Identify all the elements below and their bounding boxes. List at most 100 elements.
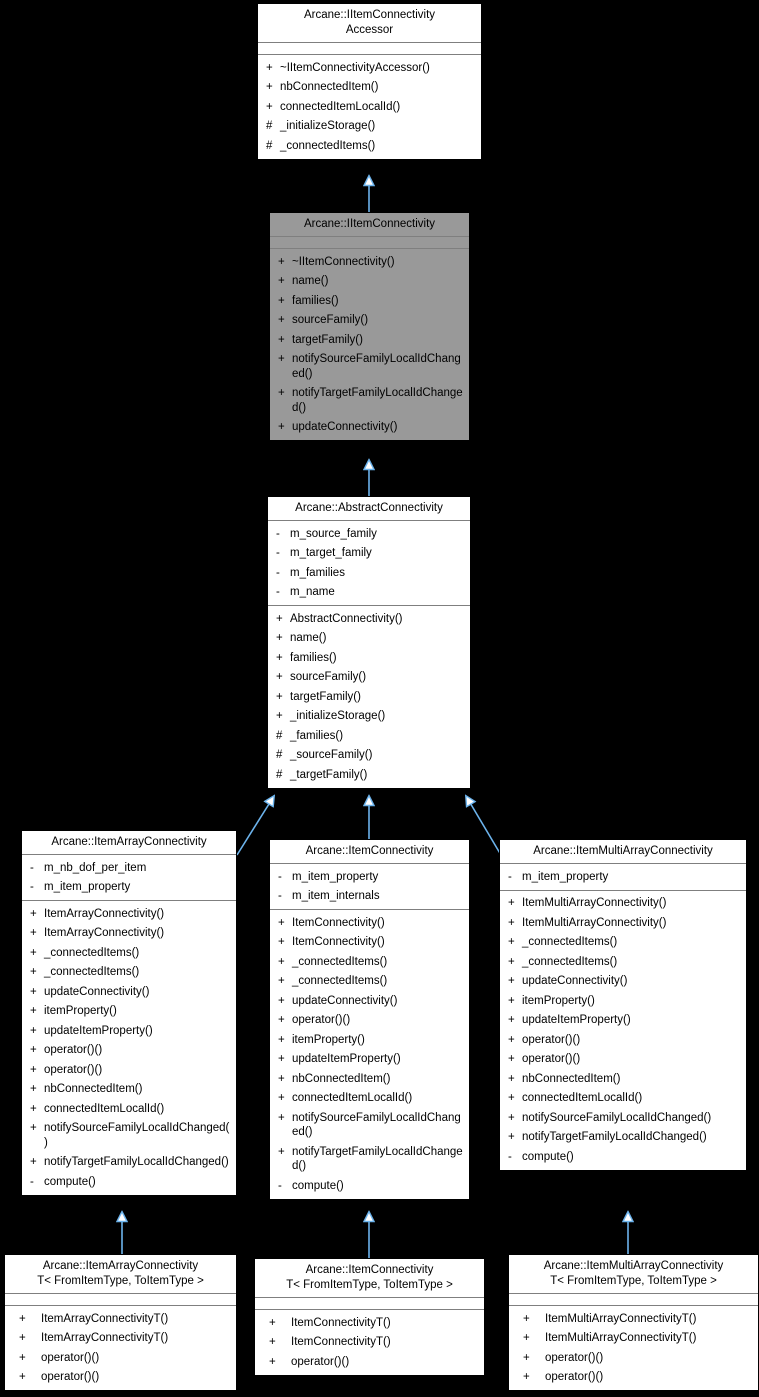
visibility-marker: # xyxy=(276,768,283,781)
member-name: _targetFamily() xyxy=(290,768,368,781)
class-member: + ItemArrayConnectivityT() xyxy=(5,1309,236,1329)
attributes-section xyxy=(255,1298,484,1310)
visibility-marker: - xyxy=(276,527,280,540)
member-name: _connectedItems() xyxy=(522,936,618,948)
visibility-marker: + xyxy=(276,671,283,683)
member-name: updateItemProperty() xyxy=(292,1053,401,1065)
class-box-itemmultiarrayconnectivity[interactable]: Arcane::ItemMultiArrayConnectivity - m_i… xyxy=(499,839,747,1171)
member-name: _connectedItems() xyxy=(522,955,618,968)
class-member: + sourceFamily() xyxy=(270,311,469,331)
visibility-marker: + xyxy=(278,421,285,433)
member-name: m_item_property xyxy=(44,881,131,893)
class-member: + name() xyxy=(268,629,470,649)
visibility-marker: + xyxy=(508,1072,515,1085)
visibility-marker: + xyxy=(30,907,37,920)
member-name: ItemConnectivity() xyxy=(292,936,385,948)
class-member: - m_name xyxy=(268,583,470,603)
class-member: + targetFamily() xyxy=(268,687,470,707)
attributes-section xyxy=(258,43,481,55)
visibility-marker: + xyxy=(523,1371,530,1383)
member-name: targetFamily() xyxy=(292,333,363,346)
class-member: + ItemMultiArrayConnectivity() xyxy=(500,913,746,933)
visibility-marker: + xyxy=(508,1092,515,1104)
member-name: nbConnectedItem() xyxy=(292,1072,391,1085)
class-title: Arcane::ItemConnectivity xyxy=(270,840,469,864)
class-member: + targetFamily() xyxy=(270,330,469,350)
class-box-iitemconnectivityaccessor[interactable]: Arcane::IItemConnectivity Accessor + ~II… xyxy=(257,3,482,160)
class-box-iitemconnectivity[interactable]: Arcane::IItemConnectivity + ~IItemConnec… xyxy=(269,212,470,441)
visibility-marker: + xyxy=(30,1024,37,1037)
visibility-marker: + xyxy=(523,1312,530,1325)
member-name: ItemArrayConnectivity() xyxy=(44,927,165,939)
class-member: + connectedItemLocalId() xyxy=(500,1089,746,1109)
class-member: - m_item_property xyxy=(270,867,469,887)
member-name: operator()() xyxy=(41,1371,100,1383)
class-member: + notifyTargetFamilyLocalIdChanged() xyxy=(270,1142,469,1176)
member-name: _initializeStorage() xyxy=(280,120,376,132)
class-member: + itemProperty() xyxy=(22,1002,236,1022)
visibility-marker: + xyxy=(508,1033,515,1046)
member-name: ItemConnectivityT() xyxy=(291,1336,391,1348)
class-box-itemconnectivityt[interactable]: Arcane::ItemConnectivity T< FromItemType… xyxy=(254,1258,485,1376)
class-member: + operator()() xyxy=(5,1368,236,1388)
methods-section: + ItemConnectivityT() + ItemConnectivity… xyxy=(255,1310,484,1375)
visibility-marker: + xyxy=(278,333,285,346)
attributes-section xyxy=(270,237,469,249)
member-name: m_item_property xyxy=(522,870,609,883)
visibility-marker: - xyxy=(30,861,34,874)
class-member: + itemProperty() xyxy=(500,991,746,1011)
class-member: + families() xyxy=(268,648,470,668)
member-name: nbConnectedItem() xyxy=(280,81,379,93)
member-name: updateItemProperty() xyxy=(44,1024,153,1037)
visibility-marker: + xyxy=(266,61,273,74)
visibility-marker: - xyxy=(276,566,280,579)
class-member: + ~IItemConnectivity() xyxy=(270,252,469,272)
class-box-itemarrayconnectivity[interactable]: Arcane::ItemArrayConnectivity - m_nb_dof… xyxy=(21,830,237,1196)
member-name: connectedItemLocalId() xyxy=(280,100,401,113)
visibility-marker: + xyxy=(278,1033,285,1046)
class-box-itemmultiarrayconnectivityt[interactable]: Arcane::ItemMultiArrayConnectivity T< Fr… xyxy=(508,1254,759,1391)
member-name: m_item_internals xyxy=(292,890,380,902)
visibility-marker: + xyxy=(19,1351,26,1364)
class-member: + nbConnectedItem() xyxy=(500,1069,746,1089)
member-name: nbConnectedItem() xyxy=(522,1072,621,1085)
class-member: + families() xyxy=(270,291,469,311)
member-name: notifyTargetFamilyLocalIdChanged() xyxy=(292,1145,463,1173)
class-member: + AbstractConnectivity() xyxy=(268,609,470,629)
member-name: ~IItemConnectivity() xyxy=(292,255,395,268)
member-name: ItemMultiArrayConnectivity() xyxy=(522,916,667,929)
visibility-marker: - xyxy=(30,881,34,893)
member-name: ItemMultiArrayConnectivityT() xyxy=(545,1332,697,1344)
visibility-marker: + xyxy=(508,1014,515,1026)
member-name: connectedItemLocalId() xyxy=(522,1092,643,1104)
class-member: + operator()() xyxy=(500,1050,746,1070)
member-name: _initializeStorage() xyxy=(290,710,386,722)
member-name: operator()() xyxy=(44,1063,103,1076)
member-name: AbstractConnectivity() xyxy=(290,612,403,625)
class-member: - m_nb_dof_per_item xyxy=(22,858,236,878)
class-member: + ItemMultiArrayConnectivity() xyxy=(500,894,746,914)
member-name: updateConnectivity() xyxy=(292,421,398,433)
visibility-marker: + xyxy=(276,632,283,644)
class-box-itemconnectivity-concrete[interactable]: Arcane::ItemConnectivity - m_item_proper… xyxy=(269,839,470,1200)
member-name: connectedItemLocalId() xyxy=(44,1102,165,1115)
visibility-marker: # xyxy=(266,120,273,132)
visibility-marker: + xyxy=(508,936,515,948)
class-member: + updateItemProperty() xyxy=(270,1050,469,1070)
member-name: notifyTargetFamilyLocalIdChanged() xyxy=(522,1131,707,1143)
visibility-marker: # xyxy=(276,729,283,742)
member-name: families() xyxy=(290,651,337,664)
visibility-marker: + xyxy=(30,1044,37,1056)
visibility-marker: + xyxy=(30,927,37,939)
class-box-abstractconnectivity[interactable]: Arcane::AbstractConnectivity - m_source_… xyxy=(267,496,471,789)
member-name: operator()() xyxy=(545,1371,604,1383)
visibility-marker: + xyxy=(269,1316,276,1329)
methods-section: + ItemConnectivity() + ItemConnectivity(… xyxy=(270,910,469,1199)
class-member: + updateConnectivity() xyxy=(500,972,746,992)
class-title: Arcane::ItemArrayConnectivity T< FromIte… xyxy=(5,1255,236,1294)
class-box-itemarrayconnectivityt[interactable]: Arcane::ItemArrayConnectivity T< FromIte… xyxy=(4,1254,237,1391)
class-member: + operator()() xyxy=(255,1352,484,1372)
class-member: + ItemConnectivity() xyxy=(270,913,469,933)
visibility-marker: - xyxy=(276,547,280,559)
visibility-marker: + xyxy=(508,955,515,968)
